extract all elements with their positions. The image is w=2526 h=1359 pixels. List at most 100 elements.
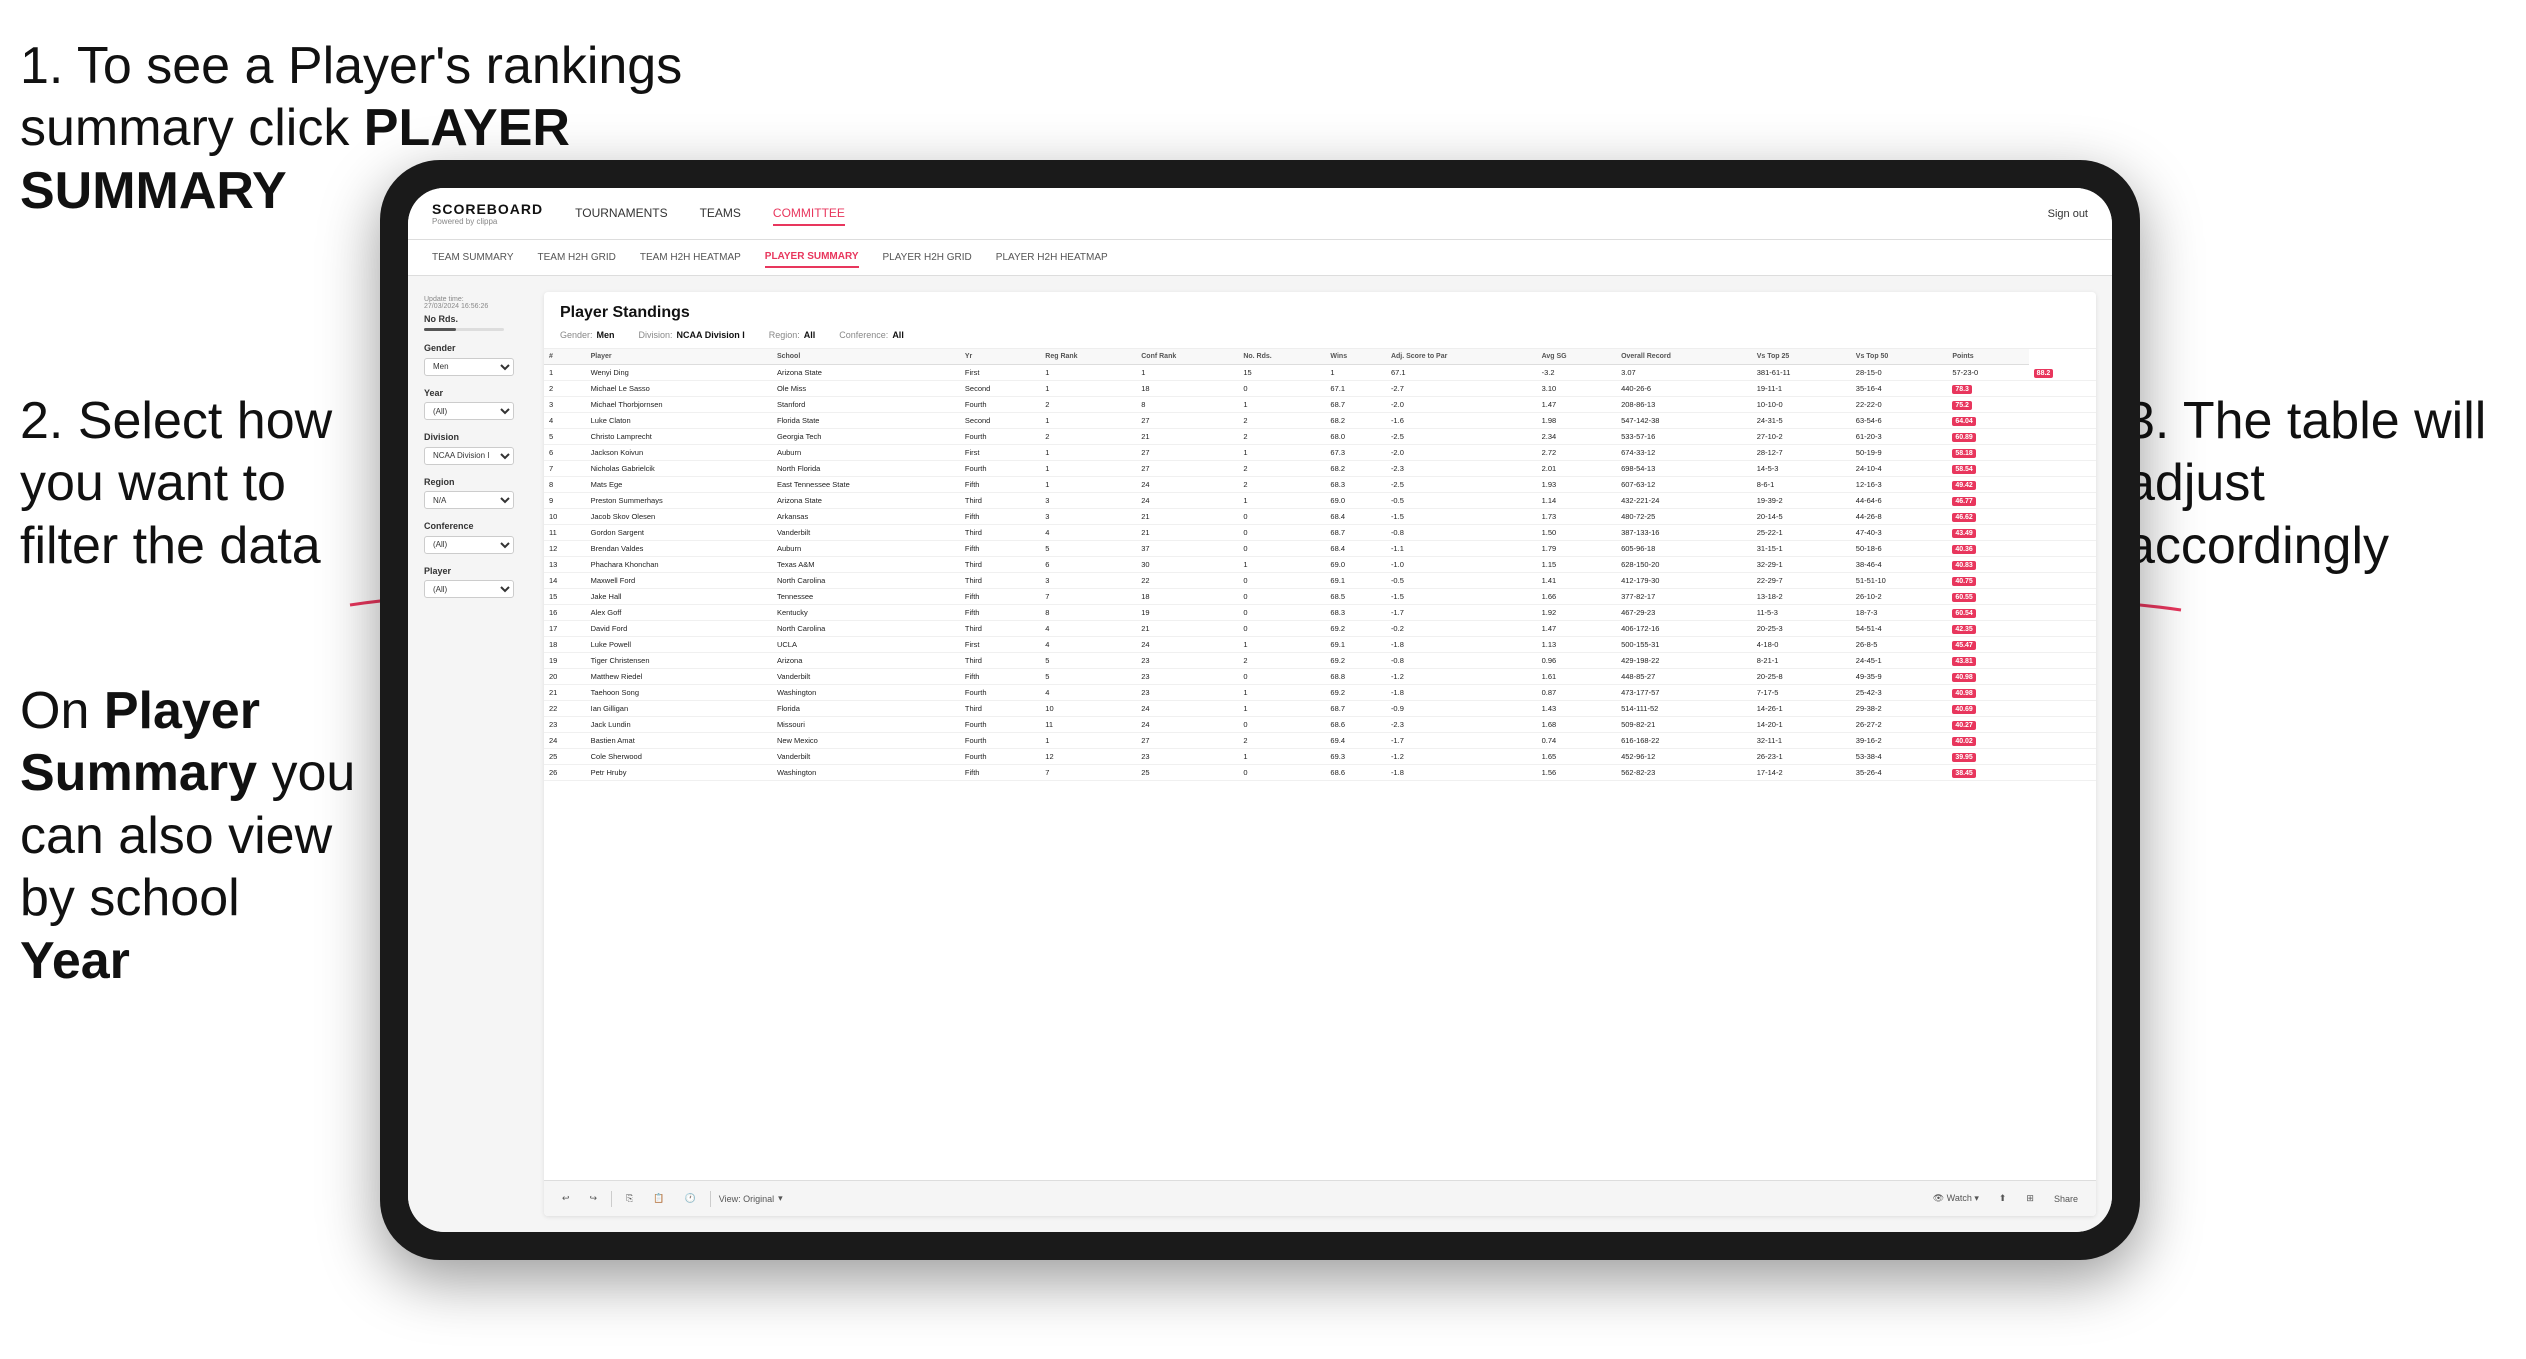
- table-row[interactable]: 22Ian GilliganFloridaThird1024168.7-0.91…: [544, 701, 2096, 717]
- table-cell: 5: [1040, 669, 1136, 685]
- table-cell: 60.54: [1947, 605, 2028, 621]
- table-row[interactable]: 23Jack LundinMissouriFourth1124068.6-2.3…: [544, 717, 2096, 733]
- table-row[interactable]: 6Jackson KoivunAuburnFirst127167.3-2.02.…: [544, 445, 2096, 461]
- table-cell: North Carolina: [772, 573, 960, 589]
- table-cell: Jackson Koivun: [586, 445, 772, 461]
- table-cell: 605-96-18: [1616, 541, 1752, 557]
- table-cell: Fourth: [960, 685, 1040, 701]
- table-cell: 49-35-9: [1851, 669, 1948, 685]
- table-row[interactable]: 25Cole SherwoodVanderbiltFourth1223169.3…: [544, 749, 2096, 765]
- table-cell: Fifth: [960, 765, 1040, 781]
- table-cell: 2: [1238, 733, 1325, 749]
- logo-title: SCOREBOARD: [432, 201, 543, 217]
- table-cell: 21: [1136, 621, 1238, 637]
- clock-button[interactable]: 🕐: [679, 1191, 702, 1206]
- table-row[interactable]: 26Petr HrubyWashingtonFifth725068.6-1.81…: [544, 765, 2096, 781]
- table-cell: 1: [1136, 365, 1238, 381]
- table-row[interactable]: 18Luke PowellUCLAFirst424169.1-1.81.1350…: [544, 637, 2096, 653]
- table-cell: 27-10-2: [1752, 429, 1851, 445]
- table-cell: 22: [544, 701, 586, 717]
- table-cell: -2.3: [1386, 461, 1537, 477]
- table-row[interactable]: 7Nicholas GabrielcikNorth FloridaFourth1…: [544, 461, 2096, 477]
- table-row[interactable]: 8Mats EgeEast Tennessee StateFifth124268…: [544, 477, 2096, 493]
- copy-button[interactable]: ⎘: [620, 1191, 639, 1206]
- export-button[interactable]: ⬆: [1993, 1191, 2013, 1206]
- table-cell: Bastien Amat: [586, 733, 772, 749]
- sub-nav-team-h2h-heatmap[interactable]: TEAM H2H HEATMAP: [640, 248, 741, 267]
- table-row[interactable]: 12Brendan ValdesAuburnFifth537068.4-1.11…: [544, 541, 2096, 557]
- table-cell: 12: [544, 541, 586, 557]
- col-conf-rank: Conf Rank: [1136, 349, 1238, 365]
- table-cell: 15: [1238, 365, 1325, 381]
- table-cell: Preston Summerhays: [586, 493, 772, 509]
- table-cell: 22-22-0: [1851, 397, 1948, 413]
- table-cell: Jake Hall: [586, 589, 772, 605]
- table-row[interactable]: 3Michael ThorbjornsenStanfordFourth28168…: [544, 397, 2096, 413]
- table-row[interactable]: 16Alex GoffKentuckyFifth819068.3-1.71.92…: [544, 605, 2096, 621]
- table-row[interactable]: 15Jake HallTennesseeFifth718068.5-1.51.6…: [544, 589, 2096, 605]
- table-cell: 607-63-12: [1616, 477, 1752, 493]
- table-row[interactable]: 9Preston SummerhaysArizona StateThird324…: [544, 493, 2096, 509]
- table-cell: 2.72: [1537, 445, 1616, 461]
- no-rds-slider[interactable]: [424, 328, 504, 331]
- table-row[interactable]: 5Christo LamprechtGeorgia TechFourth2212…: [544, 429, 2096, 445]
- table-cell: 440-26-6: [1616, 381, 1752, 397]
- sub-nav-player-h2h-heatmap[interactable]: PLAYER H2H HEATMAP: [996, 248, 1108, 267]
- sign-out-link[interactable]: Sign out: [2048, 208, 2088, 220]
- table-row[interactable]: 20Matthew RiedelVanderbiltFifth523068.8-…: [544, 669, 2096, 685]
- redo-button[interactable]: ↪: [584, 1191, 604, 1206]
- table-body: 1Wenyi DingArizona StateFirst1115167.1-3…: [544, 365, 2096, 781]
- table-cell: 3: [1040, 573, 1136, 589]
- table-row[interactable]: 17David FordNorth CarolinaThird421069.2-…: [544, 621, 2096, 637]
- nav-tournaments[interactable]: TOURNAMENTS: [575, 202, 667, 226]
- table-row[interactable]: 11Gordon SargentVanderbiltThird421068.7-…: [544, 525, 2096, 541]
- region-select[interactable]: N/A: [424, 491, 514, 509]
- table-row[interactable]: 14Maxwell FordNorth CarolinaThird322069.…: [544, 573, 2096, 589]
- nav-teams[interactable]: TEAMS: [700, 202, 741, 226]
- watch-button[interactable]: 👁 Watch ▾: [1927, 1191, 1985, 1206]
- standings-table: # Player School Yr Reg Rank Conf Rank No…: [544, 349, 2096, 781]
- table-row[interactable]: 13Phachara KhonchanTexas A&MThird630169.…: [544, 557, 2096, 573]
- paste-button[interactable]: 📋: [647, 1191, 670, 1206]
- table-row[interactable]: 24Bastien AmatNew MexicoFourth127269.4-1…: [544, 733, 2096, 749]
- table-row[interactable]: 19Tiger ChristensenArizonaThird523269.2-…: [544, 653, 2096, 669]
- table-cell: 2.34: [1537, 429, 1616, 445]
- table-cell: -0.5: [1386, 493, 1537, 509]
- sub-nav-team-h2h-grid[interactable]: TEAM H2H GRID: [538, 248, 616, 267]
- view-selector[interactable]: View: Original ▾: [719, 1193, 783, 1204]
- table-row[interactable]: 10Jacob Skov OlesenArkansasFifth321068.4…: [544, 509, 2096, 525]
- table-row[interactable]: 2Michael Le SassoOle MissSecond118067.1-…: [544, 381, 2096, 397]
- table-row[interactable]: 21Taehoon SongWashingtonFourth423169.2-1…: [544, 685, 2096, 701]
- table-cell: 1.41: [1537, 573, 1616, 589]
- table-cell: 3: [544, 397, 586, 413]
- sub-nav-player-summary[interactable]: PLAYER SUMMARY: [765, 247, 859, 268]
- table-cell: 381-61-11: [1752, 365, 1851, 381]
- grid-button[interactable]: ⊞: [2020, 1191, 2040, 1206]
- nav-committee[interactable]: COMMITTEE: [773, 202, 845, 226]
- filter-no-rds: No Rds.: [424, 314, 532, 331]
- table-row[interactable]: 4Luke ClatonFlorida StateSecond127268.2-…: [544, 413, 2096, 429]
- table-cell: 63-54-6: [1851, 413, 1948, 429]
- year-select[interactable]: (All): [424, 402, 514, 420]
- conference-select[interactable]: (All): [424, 536, 514, 554]
- table-cell: 448-85-27: [1616, 669, 1752, 685]
- table-row[interactable]: 1Wenyi DingArizona StateFirst1115167.1-3…: [544, 365, 2096, 381]
- sub-nav-team-summary[interactable]: TEAM SUMMARY: [432, 248, 514, 267]
- player-label: Player: [424, 566, 532, 576]
- table-cell: 1.61: [1537, 669, 1616, 685]
- table-scroll-area[interactable]: # Player School Yr Reg Rank Conf Rank No…: [544, 349, 2096, 1180]
- table-cell: 6: [1040, 557, 1136, 573]
- table-cell: 68.4: [1325, 541, 1386, 557]
- sub-nav-player-h2h-grid[interactable]: PLAYER H2H GRID: [883, 248, 972, 267]
- share-button[interactable]: Share: [2048, 1192, 2084, 1206]
- gender-select[interactable]: Men: [424, 358, 514, 376]
- division-select[interactable]: NCAA Division I: [424, 447, 514, 465]
- table-cell: 46.77: [1947, 493, 2028, 509]
- table-cell: 40.02: [1947, 733, 2028, 749]
- table-cell: Fourth: [960, 429, 1040, 445]
- player-select[interactable]: (All): [424, 580, 514, 598]
- data-table-area: Player Standings Gender: Men Division: N…: [544, 292, 2096, 1216]
- undo-button[interactable]: ↩: [556, 1191, 576, 1206]
- instruction-step-2: 2. Select how you want to filter the dat…: [20, 390, 360, 577]
- table-cell: 69.2: [1325, 653, 1386, 669]
